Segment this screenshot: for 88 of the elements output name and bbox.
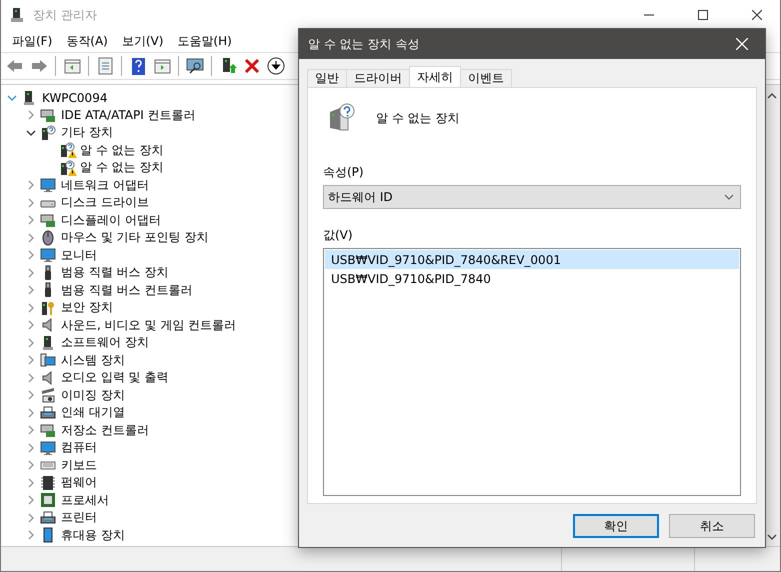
tree-item[interactable]: 보안 장치: [61, 299, 113, 316]
expand-chevron-icon[interactable]: [26, 425, 36, 436]
mouse-icon: [40, 230, 56, 246]
expand-chevron-icon[interactable]: [26, 110, 36, 120]
collapse-chevron-icon[interactable]: [26, 128, 36, 138]
dialog-button[interactable]: 취소: [669, 514, 755, 538]
expand-chevron-icon[interactable]: [26, 530, 36, 540]
expand-chevron-icon[interactable]: [26, 478, 36, 488]
printer-icon: [40, 510, 56, 526]
tree-item[interactable]: 사운드, 비디오 및 게임 컨트롤러: [61, 316, 236, 334]
tab[interactable]: 이벤트: [460, 69, 512, 87]
expand-chevron-icon[interactable]: [26, 355, 36, 366]
expand-chevron-icon[interactable]: [26, 215, 36, 226]
device-name: 알 수 없는 장치: [376, 110, 460, 126]
expand-chevron-icon[interactable]: [26, 268, 36, 278]
tree-item[interactable]: 디스플레이 어댑터: [61, 212, 161, 229]
list-item[interactable]: USB₩VID_9710&PID_7840: [325, 269, 739, 288]
menu-item[interactable]: 파일(F): [5, 32, 60, 50]
expand-chevron-icon[interactable]: [26, 512, 36, 523]
expand-chevron-icon[interactable]: [26, 198, 36, 208]
tree-item[interactable]: 컴퓨터: [61, 439, 97, 456]
expand-chevron-icon[interactable]: [26, 442, 36, 453]
camera-icon: [40, 387, 56, 404]
tree-item[interactable]: 범용 직렬 버스 장치: [61, 264, 168, 282]
tree-item[interactable]: 오디오 입력 및 출력: [61, 369, 168, 386]
expand-chevron-icon[interactable]: [26, 180, 36, 190]
expand-chevron-icon[interactable]: [26, 232, 36, 243]
list-item[interactable]: USB₩VID_9710&PID_7840&REV_0001: [325, 250, 739, 269]
expand-chevron-icon[interactable]: [26, 285, 36, 296]
tree-item[interactable]: IDE ATA/ATAPI 컨트롤러: [61, 106, 196, 124]
maximize-icon: [698, 10, 708, 20]
caret-icon: [724, 194, 734, 200]
tree-item[interactable]: 시스템 장치: [61, 352, 125, 369]
expand-chevron-icon[interactable]: [26, 302, 36, 313]
tree-item[interactable]: 마우스 및 기타 포인팅 장치: [61, 229, 208, 246]
tree-item[interactable]: 저장소 컨트롤러: [61, 422, 149, 439]
menu-item[interactable]: 보기(V): [114, 32, 170, 50]
tree-item[interactable]: 범용 직렬 버스 컨트롤러: [61, 282, 192, 299]
expand-chevron-icon[interactable]: [26, 408, 36, 418]
tree-item[interactable]: 알 수 없는 장치: [80, 159, 164, 176]
tree-item[interactable]: KWPC0094: [42, 90, 108, 105]
tab[interactable]: 일반: [307, 69, 347, 87]
computer-icon: [40, 352, 56, 368]
key-icon: [40, 300, 56, 316]
field-label: 속성(P): [323, 164, 365, 181]
field-label: 값(V): [323, 227, 354, 244]
expand-chevron-icon[interactable]: [26, 460, 36, 470]
tree-item[interactable]: 키보드: [61, 456, 97, 474]
tree-item[interactable]: 프로세서: [61, 492, 109, 509]
tree-item[interactable]: 소프트웨어 장치: [61, 334, 149, 352]
expand-chevron-icon[interactable]: [26, 372, 36, 383]
dialog-button[interactable]: 확인: [573, 514, 659, 538]
window-title: 장치 관리자: [33, 6, 97, 24]
property-dropdown[interactable]: 하드웨어 ID: [323, 185, 741, 209]
expand-chevron-icon[interactable]: [26, 495, 36, 506]
tree-item[interactable]: 디스크 드라이브: [61, 194, 149, 212]
tree-item[interactable]: 이미징 장치: [61, 386, 125, 404]
tree-item[interactable]: 알 수 없는 장치: [80, 142, 164, 159]
monitor-icon: [40, 247, 56, 264]
tree-item[interactable]: 네트워크 어댑터: [61, 176, 149, 194]
tab[interactable]: 자세히: [409, 66, 461, 87]
processor-icon: [40, 492, 56, 508]
tree-item[interactable]: 프린터: [61, 509, 97, 526]
expand-chevron-icon[interactable]: [26, 390, 36, 400]
dialog-title: 알 수 없는 장치 속성: [308, 36, 420, 52]
close-icon: [736, 38, 748, 50]
scroll-up-icon[interactable]: [766, 91, 776, 101]
app-icon: [9, 7, 25, 23]
tree-item[interactable]: 인쇄 대기열: [61, 404, 125, 422]
printer-icon: [40, 404, 56, 421]
expand-chevron-icon[interactable]: [26, 250, 36, 260]
monitor-icon: [40, 440, 56, 456]
device-icon: [40, 334, 56, 351]
scroll-down-icon[interactable]: [766, 532, 776, 542]
unknown-device-icon: [40, 124, 56, 141]
menu-item[interactable]: 동작(A): [59, 32, 115, 50]
menu-item[interactable]: 도움말(H): [170, 32, 239, 50]
tree-item[interactable]: 모니터: [61, 246, 97, 264]
close-icon: [752, 10, 762, 20]
expand-chevron-icon[interactable]: [26, 338, 36, 348]
tree-item[interactable]: 펌웨어: [61, 474, 97, 492]
chip-icon: [40, 474, 56, 491]
tree-item[interactable]: 휴대용 장치: [61, 526, 125, 544]
tab[interactable]: 드라이버: [346, 69, 410, 87]
tree-item[interactable]: 기타 장치: [61, 124, 113, 142]
expand-chevron-icon[interactable]: [26, 320, 36, 330]
computer-icon: [21, 90, 37, 106]
download-icon[interactable]: [265, 55, 287, 77]
